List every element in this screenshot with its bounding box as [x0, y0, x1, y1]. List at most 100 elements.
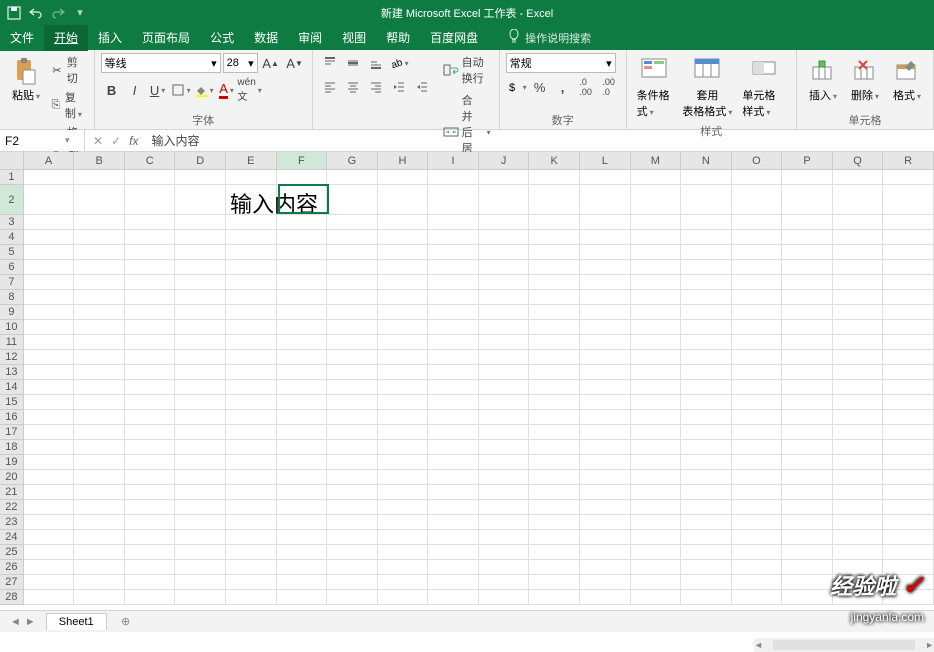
cell-F18[interactable] — [277, 440, 328, 455]
cell-R15[interactable] — [883, 395, 934, 410]
cell-I6[interactable] — [428, 260, 479, 275]
fx-icon[interactable]: fx — [129, 134, 138, 148]
menu-data[interactable]: 数据 — [244, 24, 288, 51]
cell-N12[interactable] — [681, 350, 732, 365]
cell-G18[interactable] — [327, 440, 378, 455]
decrease-indent-icon[interactable] — [388, 77, 410, 97]
cell-R3[interactable] — [883, 215, 934, 230]
font-size-select[interactable]: 28▾ — [223, 53, 258, 73]
cell-H22[interactable] — [378, 500, 429, 515]
cell-F14[interactable] — [277, 380, 328, 395]
menu-home[interactable]: 开始 — [44, 24, 88, 51]
cell-P20[interactable] — [782, 470, 833, 485]
decrease-font-icon[interactable]: A▼ — [284, 53, 306, 73]
cell-C20[interactable] — [125, 470, 176, 485]
align-center-icon[interactable] — [342, 77, 364, 97]
cell-B17[interactable] — [74, 425, 125, 440]
cell-L25[interactable] — [580, 545, 631, 560]
cell-A16[interactable] — [24, 410, 75, 425]
cut-button[interactable]: ✂ 剪切 — [48, 53, 88, 87]
cell-F22[interactable] — [277, 500, 328, 515]
cell-P18[interactable] — [782, 440, 833, 455]
cell-A26[interactable] — [24, 560, 75, 575]
cell-Q23[interactable] — [833, 515, 884, 530]
cell-R11[interactable] — [883, 335, 934, 350]
row-header-12[interactable]: 12 — [0, 350, 24, 365]
cell-F4[interactable] — [277, 230, 328, 245]
cell-F10[interactable] — [277, 320, 328, 335]
cell-L3[interactable] — [580, 215, 631, 230]
cell-A23[interactable] — [24, 515, 75, 530]
cell-L13[interactable] — [580, 365, 631, 380]
cell-O27[interactable] — [732, 575, 783, 590]
cell-E5[interactable] — [226, 245, 277, 260]
cell-F20[interactable] — [277, 470, 328, 485]
cell-styles-button[interactable]: 单元格样式 — [738, 53, 790, 121]
cell-M12[interactable] — [631, 350, 682, 365]
cell-M19[interactable] — [631, 455, 682, 470]
cell-K22[interactable] — [529, 500, 580, 515]
cell-D26[interactable] — [175, 560, 226, 575]
cell-L12[interactable] — [580, 350, 631, 365]
cell-J12[interactable] — [479, 350, 530, 365]
cell-C21[interactable] — [125, 485, 176, 500]
cell-I19[interactable] — [428, 455, 479, 470]
cell-P17[interactable] — [782, 425, 833, 440]
cell-H8[interactable] — [378, 290, 429, 305]
row-header-14[interactable]: 14 — [0, 380, 24, 395]
cell-P19[interactable] — [782, 455, 833, 470]
cell-G14[interactable] — [327, 380, 378, 395]
add-sheet-button[interactable]: ⊕ — [117, 613, 135, 631]
cell-C26[interactable] — [125, 560, 176, 575]
cell-D6[interactable] — [175, 260, 226, 275]
cell-K23[interactable] — [529, 515, 580, 530]
cell-B10[interactable] — [74, 320, 125, 335]
cell-F16[interactable] — [277, 410, 328, 425]
cell-J27[interactable] — [479, 575, 530, 590]
cell-I23[interactable] — [428, 515, 479, 530]
cell-B11[interactable] — [74, 335, 125, 350]
cell-O26[interactable] — [732, 560, 783, 575]
cell-A12[interactable] — [24, 350, 75, 365]
cell-B14[interactable] — [74, 380, 125, 395]
cell-A7[interactable] — [24, 275, 75, 290]
cell-D13[interactable] — [175, 365, 226, 380]
cell-E9[interactable] — [226, 305, 277, 320]
cell-K15[interactable] — [529, 395, 580, 410]
cell-L16[interactable] — [580, 410, 631, 425]
cell-C14[interactable] — [125, 380, 176, 395]
cell-F12[interactable] — [277, 350, 328, 365]
cell-I7[interactable] — [428, 275, 479, 290]
cell-R14[interactable] — [883, 380, 934, 395]
cell-K9[interactable] — [529, 305, 580, 320]
cell-C17[interactable] — [125, 425, 176, 440]
row-header-16[interactable]: 16 — [0, 410, 24, 425]
row-header-23[interactable]: 23 — [0, 515, 24, 530]
cell-A5[interactable] — [24, 245, 75, 260]
cell-B3[interactable] — [74, 215, 125, 230]
cell-N13[interactable] — [681, 365, 732, 380]
cell-H6[interactable] — [378, 260, 429, 275]
cell-E18[interactable] — [226, 440, 277, 455]
cell-L26[interactable] — [580, 560, 631, 575]
cell-A6[interactable] — [24, 260, 75, 275]
cell-K2[interactable] — [529, 185, 580, 215]
cell-C15[interactable] — [125, 395, 176, 410]
cell-E21[interactable] — [226, 485, 277, 500]
cell-J28[interactable] — [479, 590, 530, 605]
cell-E27[interactable] — [226, 575, 277, 590]
cell-A18[interactable] — [24, 440, 75, 455]
cell-L18[interactable] — [580, 440, 631, 455]
phonetic-button[interactable]: wén文 — [239, 80, 261, 100]
cell-P27[interactable] — [782, 575, 833, 590]
cell-I12[interactable] — [428, 350, 479, 365]
conditional-format-button[interactable]: 条件格式 — [633, 53, 677, 121]
cell-M7[interactable] — [631, 275, 682, 290]
cell-K17[interactable] — [529, 425, 580, 440]
cell-B18[interactable] — [74, 440, 125, 455]
cell-E4[interactable] — [226, 230, 277, 245]
cell-M15[interactable] — [631, 395, 682, 410]
cell-L14[interactable] — [580, 380, 631, 395]
cell-G11[interactable] — [327, 335, 378, 350]
cell-O4[interactable] — [732, 230, 783, 245]
